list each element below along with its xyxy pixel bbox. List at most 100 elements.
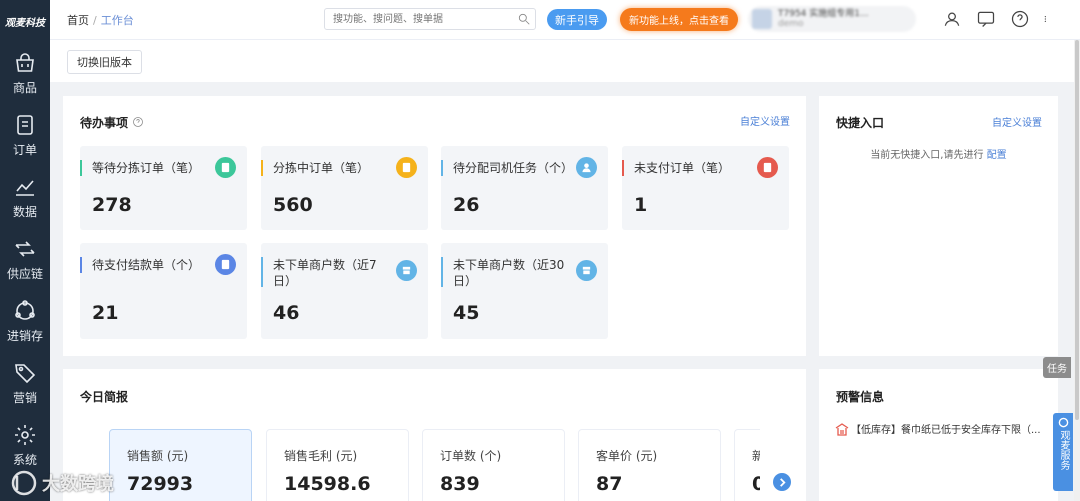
switch-old-version-button[interactable]: 切换旧版本 bbox=[67, 50, 142, 74]
sidebar-item-system[interactable]: 系统 bbox=[0, 414, 50, 476]
stat-card[interactable]: 订单数 (个) 839 bbox=[422, 429, 565, 501]
alert-item[interactable]: 【低库存】餐巾纸已低于安全库存下限（... bbox=[835, 421, 1045, 436]
new-feature-button[interactable]: 新功能上线，点击查看 bbox=[620, 8, 738, 31]
breadcrumb-separator: / bbox=[93, 14, 97, 27]
account-name: T7954 实施组专用1... bbox=[778, 9, 869, 19]
card-accent bbox=[261, 160, 263, 176]
stat-value: 87 bbox=[596, 473, 623, 495]
chart-icon bbox=[16, 179, 34, 196]
user-manage-icon[interactable] bbox=[942, 9, 962, 29]
gear-icon bbox=[15, 424, 35, 445]
account-switcher[interactable]: T7954 实施组专用1... demo bbox=[748, 6, 916, 32]
clipboard-icon bbox=[396, 157, 417, 178]
card-value: 1 bbox=[634, 194, 648, 216]
stat-card-partial[interactable]: 新 0 bbox=[734, 429, 760, 501]
next-arrow-button[interactable] bbox=[773, 473, 791, 491]
todo-panel: 待办事项 自定义设置 等待分拣订单（笔） 278 分拣中订单（笔） 560 待分… bbox=[63, 96, 806, 356]
todo-title: 待办事项 bbox=[80, 114, 144, 131]
stat-label: 新 bbox=[752, 447, 760, 464]
stat-value: 14598.6 bbox=[284, 473, 371, 495]
todo-settings-link[interactable]: 自定义设置 bbox=[740, 113, 790, 128]
logo: 观麦科技 bbox=[5, 17, 45, 29]
card-accent bbox=[441, 160, 443, 176]
more-icon[interactable] bbox=[1044, 9, 1052, 29]
quick-title: 快捷入口 bbox=[836, 116, 885, 130]
card-accent bbox=[261, 257, 263, 287]
todo-card[interactable]: 待支付结款单（个） 21 bbox=[80, 243, 247, 339]
stat-label: 订单数 (个) bbox=[440, 449, 502, 463]
page-scrollbar[interactable] bbox=[1074, 40, 1080, 501]
clipboard-icon bbox=[215, 157, 236, 178]
search-box bbox=[324, 8, 536, 30]
sidebar-item-label: 进销存 bbox=[6, 328, 43, 343]
top-bar: 首页 /工作台 新手引导 新功能上线，点击查看 T7954 实施组专用1... d… bbox=[50, 0, 1080, 40]
card-label: 待支付结款单（个） bbox=[92, 258, 201, 272]
warehouse-icon bbox=[835, 422, 849, 436]
card-value: 21 bbox=[92, 302, 119, 324]
stat-label: 客单价 (元) bbox=[596, 449, 658, 463]
sidebar: 观麦科技 商品 订单 数据 供应链 进销存 营销 系统 bbox=[0, 0, 50, 501]
alert-title: 预警信息 bbox=[836, 390, 885, 404]
card-value: 26 bbox=[453, 194, 480, 216]
tag-icon bbox=[15, 363, 36, 383]
sidebar-item-data[interactable]: 数据 bbox=[0, 166, 50, 228]
sidebar-item-supply-chain[interactable]: 供应链 bbox=[0, 228, 50, 290]
todo-card[interactable]: 未下单商户数（近7日） 46 bbox=[261, 243, 428, 339]
watermark-logo-icon bbox=[11, 470, 37, 496]
stat-card[interactable]: 销售毛利 (元) 14598.6 bbox=[266, 429, 409, 501]
sidebar-item-label: 系统 bbox=[12, 452, 37, 467]
stat-card[interactable]: 客单价 (元) 87 bbox=[578, 429, 721, 501]
sidebar-item-marketing[interactable]: 营销 bbox=[0, 352, 50, 414]
alert-panel: 预警信息 【低库存】餐巾纸已低于安全库存下限（... bbox=[819, 369, 1058, 501]
order-icon bbox=[17, 114, 33, 135]
configure-link[interactable]: 配置 bbox=[987, 150, 1007, 161]
account-sub: demo bbox=[778, 19, 804, 29]
stat-card[interactable]: 销售额 (元) 72993 bbox=[109, 429, 252, 501]
stat-label: 销售毛利 (元) bbox=[284, 449, 358, 463]
chevron-right-icon bbox=[779, 477, 786, 487]
top-icons bbox=[942, 9, 1052, 29]
sidebar-item-label: 营销 bbox=[12, 390, 37, 405]
search-input[interactable] bbox=[325, 9, 505, 29]
task-tab[interactable]: 任务 bbox=[1043, 357, 1071, 378]
message-icon[interactable] bbox=[976, 9, 996, 29]
watermark: 大数跨境 bbox=[8, 468, 114, 498]
card-accent bbox=[80, 160, 82, 176]
sidebar-item-products[interactable]: 商品 bbox=[0, 42, 50, 104]
sidebar-item-orders[interactable]: 订单 bbox=[0, 104, 50, 166]
todo-card[interactable]: 未支付订单（笔） 1 bbox=[622, 146, 789, 230]
card-label: 待分配司机任务（个） bbox=[453, 161, 574, 175]
inventory-icon bbox=[15, 299, 35, 320]
guide-button[interactable]: 新手引导 bbox=[547, 9, 607, 30]
stat-value: 839 bbox=[440, 473, 480, 495]
card-label: 未支付订单（笔） bbox=[634, 161, 731, 175]
breadcrumb-home[interactable]: 首页 bbox=[67, 14, 89, 27]
card-value: 278 bbox=[92, 194, 132, 216]
store-icon bbox=[576, 260, 597, 281]
sidebar-item-inventory[interactable]: 进销存 bbox=[0, 290, 50, 352]
sidebar-item-label: 订单 bbox=[12, 142, 37, 157]
card-label: 分拣中订单（笔） bbox=[273, 161, 370, 175]
todo-card[interactable]: 分拣中订单（笔） 560 bbox=[261, 146, 428, 230]
question-icon[interactable] bbox=[132, 116, 144, 128]
basket-icon bbox=[16, 52, 34, 72]
card-accent bbox=[80, 257, 82, 273]
search-icon[interactable] bbox=[517, 12, 531, 26]
todo-card[interactable]: 等待分拣订单（笔） 278 bbox=[80, 146, 247, 230]
quick-settings-link[interactable]: 自定义设置 bbox=[992, 114, 1042, 129]
service-tab[interactable]: 观麦服务 bbox=[1053, 413, 1073, 491]
help-icon[interactable] bbox=[1010, 9, 1030, 29]
quick-entry-panel: 快捷入口 自定义设置 当前无快捷入口,请先进行 配置 bbox=[819, 96, 1058, 356]
todo-card[interactable]: 未下单商户数（近30日） 45 bbox=[441, 243, 608, 339]
brief-title: 今日简报 bbox=[80, 390, 129, 404]
todo-card[interactable]: 待分配司机任务（个） 26 bbox=[441, 146, 608, 230]
card-value: 560 bbox=[273, 194, 313, 216]
card-label: 未下单商户数（近7日） bbox=[273, 258, 377, 288]
chat-icon bbox=[1058, 417, 1068, 428]
card-accent bbox=[622, 160, 624, 176]
store-icon bbox=[396, 260, 417, 281]
scrollbar-thumb[interactable] bbox=[1075, 40, 1079, 420]
breadcrumb: 首页 / 工作台 bbox=[67, 12, 134, 28]
service-label: 观麦服务 bbox=[1058, 430, 1069, 470]
avatar bbox=[752, 9, 772, 29]
